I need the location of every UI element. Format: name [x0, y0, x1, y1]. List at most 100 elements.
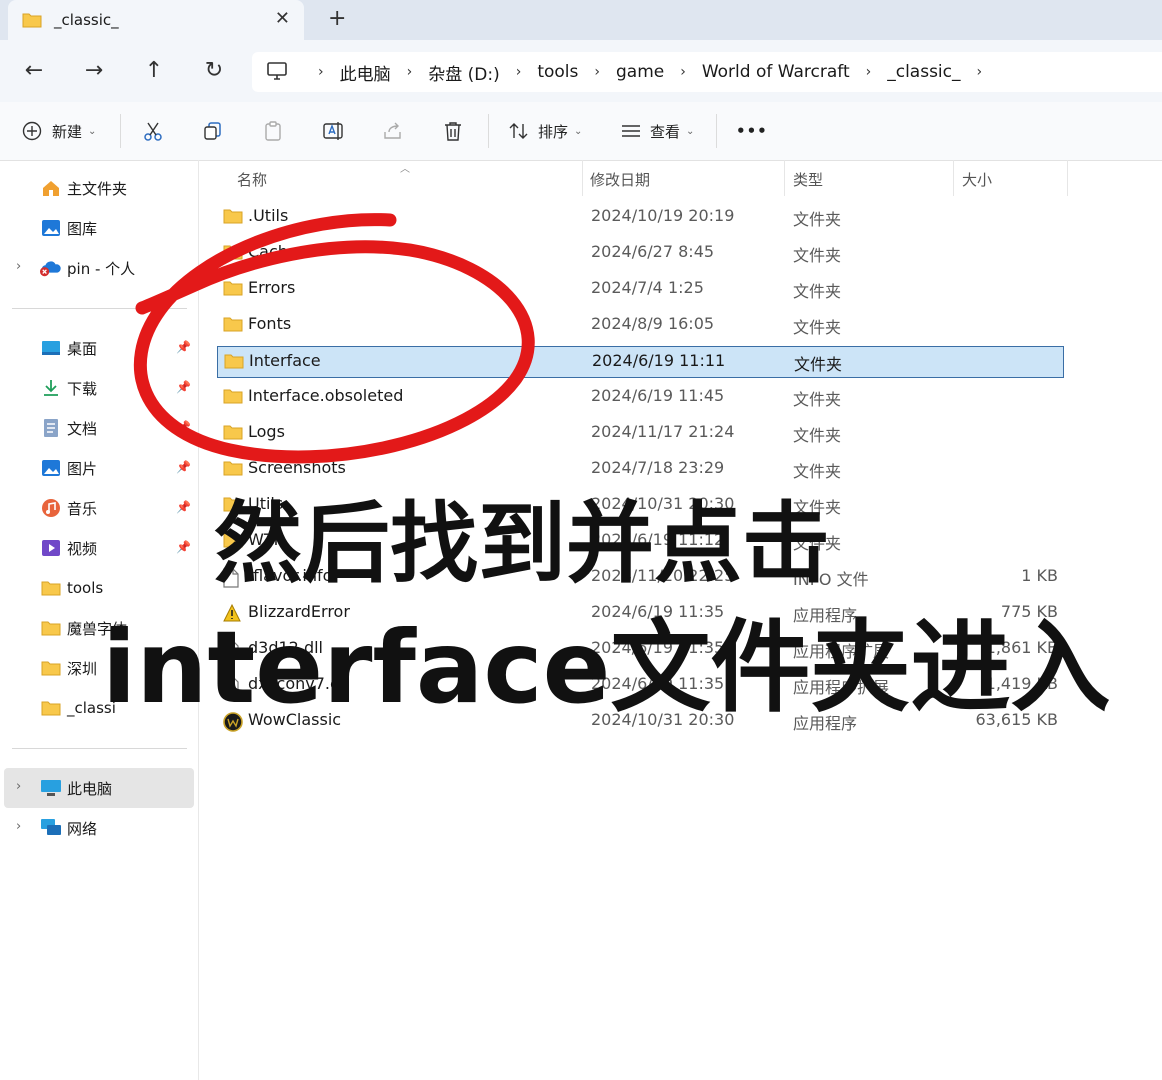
up-button[interactable]: ↑ — [140, 58, 168, 83]
table-row[interactable]: Fonts 2024/8/9 16:05 文件夹 — [217, 308, 1062, 342]
folder-icon — [40, 577, 62, 599]
chevron-right-icon[interactable]: › — [977, 64, 983, 80]
sidebar-item-pinned-6[interactable]: tools — [0, 568, 198, 608]
table-row[interactable]: Errors 2024/7/4 1:25 文件夹 — [217, 272, 1062, 306]
more-options-button[interactable]: ••• — [736, 116, 768, 146]
sidebar-item-label: 主文件夹 — [67, 179, 128, 198]
share-button[interactable] — [382, 116, 404, 146]
sidebar-item-quick-1[interactable]: 图库 — [0, 208, 198, 248]
sort-button[interactable]: 排序 ⌄ — [508, 116, 582, 146]
chevron-right-icon[interactable]: › — [318, 64, 324, 80]
address-bar[interactable]: › 此电脑 › 杂盘 (D:) › tools › game › World of Warcraf… — [252, 52, 1162, 92]
new-tab-button[interactable]: + — [328, 6, 346, 31]
sidebar-item-label: 视频 — [67, 539, 98, 558]
file-date: 2024/11/17 21:24 — [591, 422, 735, 441]
pin-icon[interactable]: 📌 — [176, 460, 191, 474]
sidebar-item-network[interactable]: › 网络 — [0, 808, 198, 848]
column-header-row: 名称 ︿ 修改日期 类型 大小 — [200, 160, 1162, 196]
sidebar-item-pinned-5[interactable]: 视频 📌 — [0, 528, 198, 568]
column-divider[interactable] — [582, 160, 583, 196]
sidebar-item-label: tools — [67, 579, 104, 597]
table-row[interactable]: Cache 2024/6/27 8:45 文件夹 — [217, 236, 1062, 270]
cut-button[interactable] — [142, 116, 164, 146]
sidebar-item-label: 桌面 — [67, 339, 98, 358]
file-type: 文件夹 — [793, 282, 842, 301]
chevron-right-icon[interactable]: › — [16, 259, 21, 274]
copy-button[interactable] — [202, 116, 224, 146]
sidebar-item-label: 图片 — [67, 459, 98, 478]
pin-icon[interactable]: 📌 — [176, 340, 191, 354]
chevron-right-icon[interactable]: › — [866, 64, 872, 80]
refresh-button[interactable]: ↻ — [200, 58, 228, 83]
new-button[interactable]: 新建 ⌄ — [22, 116, 96, 146]
gallery-icon — [40, 217, 62, 239]
sidebar-item-pinned-3[interactable]: 图片 📌 — [0, 448, 198, 488]
sidebar-item-label: 文档 — [67, 419, 98, 438]
sidebar-item-pinned-4[interactable]: 音乐 📌 — [0, 488, 198, 528]
table-row[interactable]: Screenshots 2024/7/18 23:29 文件夹 — [217, 452, 1062, 486]
column-divider[interactable] — [784, 160, 785, 196]
close-icon[interactable]: ✕ — [275, 8, 290, 29]
back-button[interactable]: ← — [20, 58, 48, 83]
breadcrumb-item[interactable]: _classic_ — [887, 62, 960, 82]
breadcrumb-item[interactable]: 此电脑 — [340, 60, 391, 85]
table-row[interactable]: Interface.obsoleted 2024/6/19 11:45 文件夹 — [217, 380, 1062, 414]
table-row[interactable]: Logs 2024/11/17 21:24 文件夹 — [217, 416, 1062, 450]
sidebar-divider — [12, 748, 187, 749]
chevron-down-icon: ⌄ — [88, 125, 97, 137]
breadcrumb-item[interactable]: 杂盘 (D:) — [428, 60, 500, 85]
column-date[interactable]: 修改日期 — [590, 169, 650, 190]
file-type: 文件夹 — [793, 390, 842, 409]
sort-label: 排序 — [538, 122, 569, 141]
divider — [488, 114, 489, 148]
pin-icon[interactable]: 📌 — [176, 500, 191, 514]
breadcrumb-item[interactable]: game — [616, 62, 664, 82]
tab-classic[interactable]: _classic_ ✕ — [8, 0, 304, 40]
view-button[interactable]: 查看 ⌄ — [620, 116, 694, 146]
table-row[interactable]: Interface 2024/6/19 11:11 文件夹 — [217, 346, 1064, 378]
sidebar-item-pinned-0[interactable]: 桌面 📌 — [0, 328, 198, 368]
column-divider[interactable] — [953, 160, 954, 196]
folder-icon — [22, 12, 42, 32]
sidebar-item-label: 图库 — [67, 219, 98, 238]
navigation-bar: ← → ↑ ↻ › 此电脑 › 杂盘 (D:) › tools › game › World of… — [0, 40, 1162, 102]
pin-icon[interactable]: 📌 — [176, 420, 191, 434]
sidebar-item-pinned-1[interactable]: 下载 📌 — [0, 368, 198, 408]
paste-button[interactable] — [262, 116, 284, 146]
computer-icon — [266, 61, 288, 85]
chevron-right-icon[interactable]: › — [407, 64, 413, 80]
folder-icon — [223, 316, 243, 336]
column-divider[interactable] — [1067, 160, 1068, 196]
chevron-right-icon[interactable]: › — [516, 64, 522, 80]
file-type: 文件夹 — [794, 355, 843, 374]
folder-icon — [223, 424, 243, 444]
folder-icon — [223, 280, 243, 300]
plus-circle-icon — [22, 121, 42, 141]
delete-button[interactable] — [442, 116, 464, 146]
column-name[interactable]: 名称 — [237, 169, 267, 190]
rename-button[interactable] — [322, 116, 346, 146]
folder-icon — [40, 617, 62, 639]
breadcrumb-item[interactable]: tools — [537, 62, 578, 82]
forward-button[interactable]: → — [80, 58, 108, 83]
sort-icon — [509, 123, 528, 139]
chevron-right-icon[interactable]: › — [594, 64, 600, 80]
breadcrumb-item[interactable]: World of Warcraft — [702, 62, 850, 82]
sidebar-item-quick-2[interactable]: › pin - 个人 — [0, 248, 198, 288]
chevron-right-icon[interactable]: › — [16, 819, 21, 834]
sidebar-item-quick-0[interactable]: 主文件夹 — [0, 168, 198, 208]
sidebar-item-pinned-2[interactable]: 文档 📌 — [0, 408, 198, 448]
table-row[interactable]: .Utils 2024/10/19 20:19 文件夹 — [217, 200, 1062, 234]
chevron-right-icon[interactable]: › — [680, 64, 686, 80]
sidebar-item-this-pc[interactable]: › 此电脑 — [4, 768, 194, 808]
chevron-right-icon[interactable]: › — [16, 779, 21, 794]
instruction-line-2: interface文件夹进入 — [102, 609, 1111, 726]
column-size[interactable]: 大小 — [962, 169, 992, 190]
pin-icon[interactable]: 📌 — [176, 380, 191, 394]
divider — [120, 114, 121, 148]
chevron-down-icon: ⌄ — [686, 125, 695, 137]
this-pc-icon — [40, 777, 62, 799]
share-icon — [384, 122, 401, 139]
pin-icon[interactable]: 📌 — [176, 540, 191, 554]
column-type[interactable]: 类型 — [793, 169, 823, 190]
